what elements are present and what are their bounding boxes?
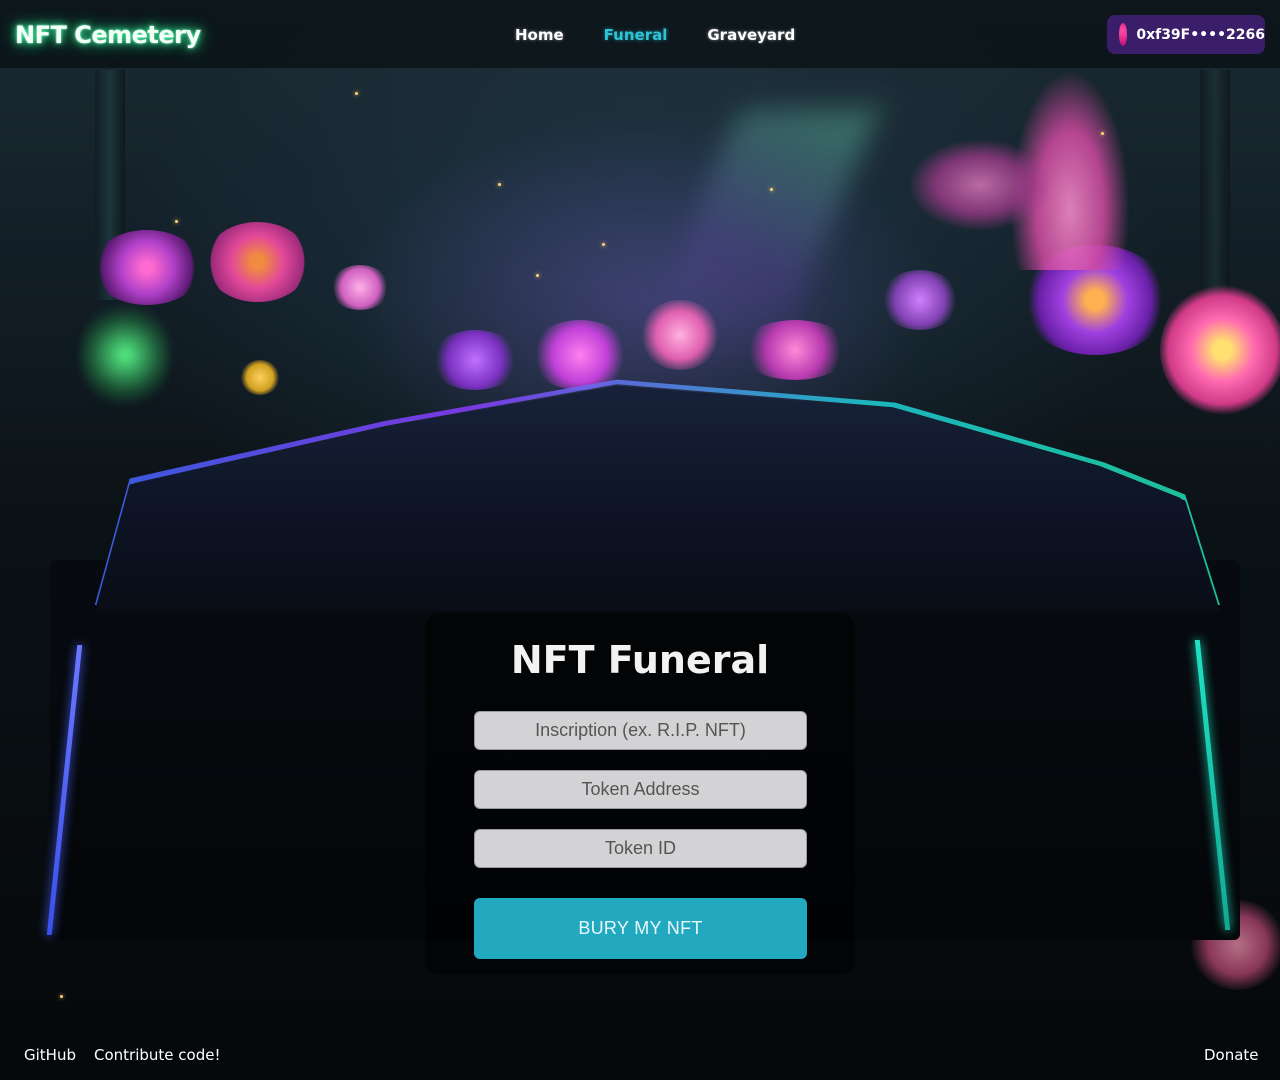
flower	[910, 140, 1050, 230]
bury-nft-button[interactable]: BURY MY NFT	[474, 898, 807, 959]
main-nav: Home Funeral Graveyard	[515, 26, 795, 44]
right-pillar	[1200, 70, 1230, 300]
donate-link[interactable]: Donate	[1204, 1046, 1259, 1064]
inscription-input[interactable]	[474, 711, 807, 750]
sparkle	[536, 274, 539, 277]
flower	[240, 360, 280, 395]
sparkle	[60, 995, 63, 998]
token-address-input[interactable]	[474, 770, 807, 809]
sparkle	[175, 220, 178, 223]
flower	[640, 300, 720, 370]
wallet-address: 0xf39F••••2266	[1136, 26, 1265, 43]
sparkle	[355, 92, 358, 95]
page-title: NFT Funeral	[510, 638, 770, 682]
flower	[880, 270, 960, 330]
flower	[205, 222, 310, 302]
top-navbar: NFT Cemetery Home Funeral Graveyard 0xf3…	[0, 0, 1280, 68]
sparkle	[770, 188, 773, 191]
sparkle	[602, 243, 605, 246]
token-id-input[interactable]	[474, 829, 807, 868]
nav-graveyard-link[interactable]: Graveyard	[707, 26, 795, 44]
sparkle	[498, 183, 501, 186]
flower	[92, 230, 202, 305]
glowing-orb	[80, 300, 170, 410]
wallet-button[interactable]: 0xf39F••••2266	[1107, 15, 1265, 54]
nav-funeral-link[interactable]: Funeral	[604, 26, 668, 44]
sparkle	[1101, 132, 1104, 135]
contribute-link[interactable]: Contribute code!	[94, 1046, 220, 1064]
nav-home-link[interactable]: Home	[515, 26, 564, 44]
site-logo[interactable]: NFT Cemetery	[15, 21, 201, 49]
flower	[740, 320, 850, 380]
flower	[330, 265, 390, 310]
flower	[530, 320, 630, 390]
wallet-avatar	[1119, 23, 1128, 46]
flower	[430, 330, 520, 390]
github-link[interactable]: GitHub	[24, 1046, 76, 1064]
flower	[1160, 285, 1280, 415]
